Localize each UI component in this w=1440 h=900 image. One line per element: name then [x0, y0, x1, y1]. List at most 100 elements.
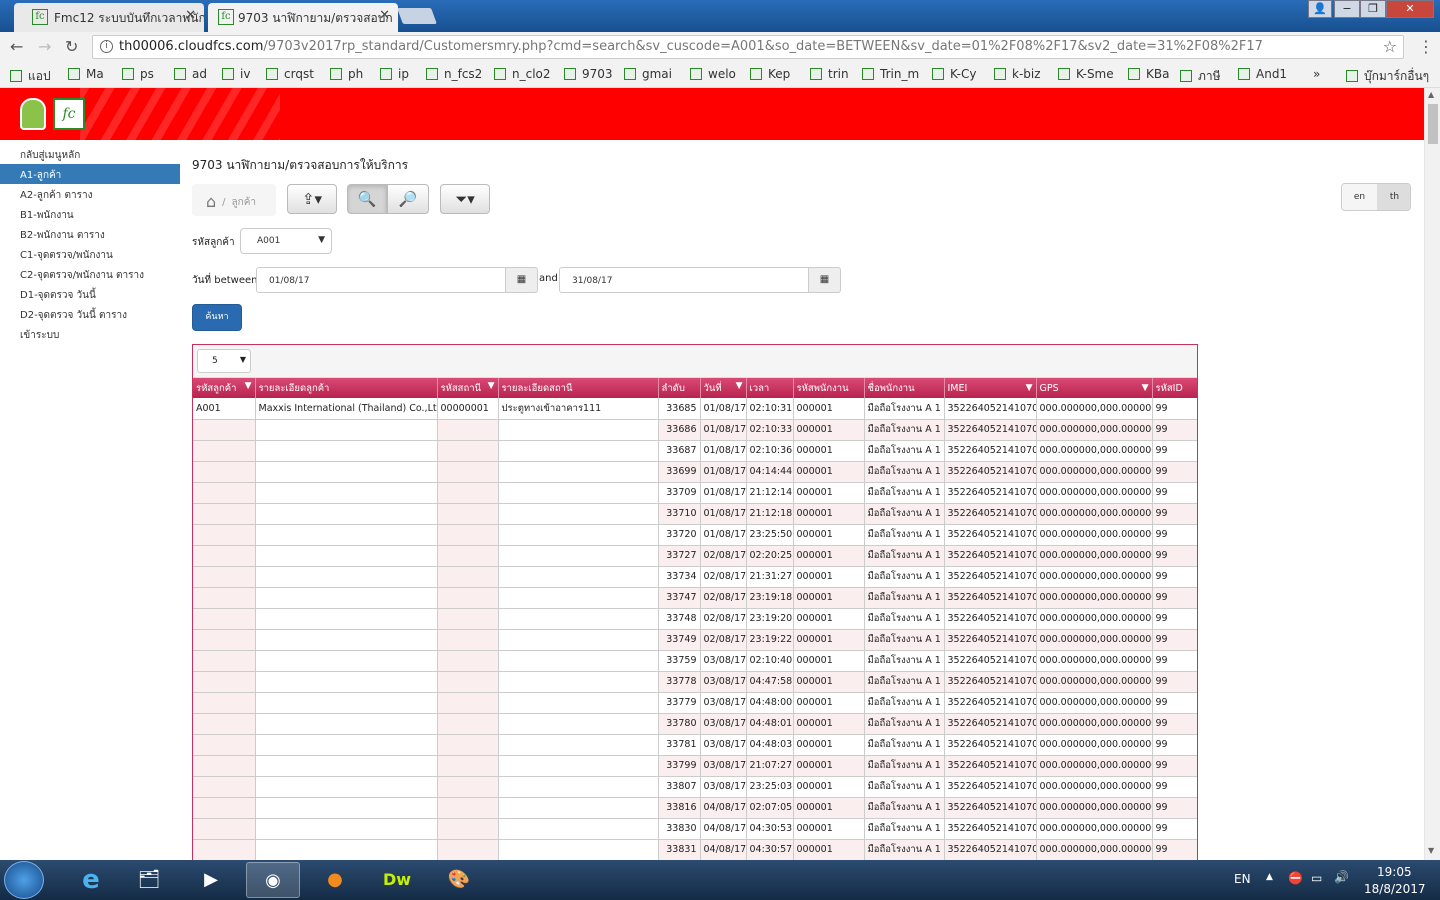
show-hidden-icons-icon[interactable]: ▲ [1266, 872, 1273, 882]
volume-icon[interactable]: 🔊 [1334, 870, 1349, 884]
sidebar-item[interactable]: D2-จุดตรวจ วันนี้ ตาราง [0, 304, 180, 324]
new-tab-button[interactable] [397, 8, 437, 24]
column-header[interactable]: เวลา [746, 378, 794, 398]
filter-icon[interactable]: ▼ [488, 381, 495, 391]
bookmark-item[interactable]: n_fcs2 [426, 67, 482, 81]
sidebar-item[interactable]: A1-ลูกค้า [0, 164, 180, 184]
browser-tab-fmc12[interactable]: fc Fmc12 ระบบบันทึกเวลาพนัก ✕ [14, 3, 204, 32]
page-size-select[interactable]: 5 ▼ [197, 349, 251, 373]
table-row[interactable]: 33780 03/08/17 04:48:01 000001 มือถือโรงงาน … [193, 713, 1197, 735]
paint-icon[interactable]: 🎨 [432, 862, 486, 898]
date-from-input[interactable]: 01/08/17 [256, 267, 506, 293]
start-button[interactable] [4, 861, 44, 899]
bookmark-item[interactable]: gmai [624, 67, 672, 81]
table-row[interactable]: 33727 02/08/17 02:20:25 000001 มือถือโรงงาน … [193, 545, 1197, 567]
bookmark-item[interactable]: K-Cy [932, 67, 976, 81]
customer-code-select[interactable]: A001 ▼ [240, 228, 332, 254]
page-scrollbar[interactable]: ▲ ▼ [1424, 88, 1440, 860]
bookmark-item[interactable]: ph [330, 67, 363, 81]
table-row[interactable]: 33779 03/08/17 04:48:00 000001 มือถือโรงงาน … [193, 692, 1197, 714]
bookmark-item[interactable]: crqst [266, 67, 314, 81]
network-icon[interactable]: ⛔ [1288, 871, 1303, 885]
media-player-icon[interactable]: ▶ [184, 862, 238, 898]
clock-date[interactable]: 18/8/2017 [1364, 882, 1426, 896]
info-icon[interactable]: i [100, 40, 113, 53]
calendar-icon[interactable]: ▦ [506, 267, 538, 293]
sidebar-item[interactable]: C2-จุดตรวจ/พนักงาน ตาราง [0, 264, 180, 284]
firefox-icon[interactable]: ● [308, 862, 362, 898]
bookmark-item[interactable]: Kep [750, 67, 790, 81]
close-icon[interactable]: ✕ [185, 8, 196, 23]
scroll-down-icon[interactable]: ▼ [1428, 846, 1434, 855]
column-header[interactable]: รหัสลูกค้า ▼ [193, 378, 256, 398]
reload-icon[interactable]: ↻ [65, 37, 78, 56]
column-header[interactable]: GPS ▼ [1036, 378, 1153, 398]
table-row[interactable]: 33747 02/08/17 23:19:18 000001 มือถือโรงงาน … [193, 587, 1197, 609]
advanced-search-button[interactable]: 🔎 [387, 184, 429, 214]
table-row[interactable]: 33759 03/08/17 02:10:40 000001 มือถือโรงงาน … [193, 650, 1197, 672]
table-row[interactable]: 33687 01/08/17 02:10:36 000001 มือถือโรงงาน … [193, 440, 1197, 462]
table-row[interactable]: 33720 01/08/17 23:25:50 000001 มือถือโรงงาน … [193, 524, 1197, 546]
bookmark-item[interactable]: » [1313, 67, 1320, 81]
browser-tab-9703[interactable]: fc 9703 นาฬิกายาม/ตรวจสอบก ✕ [208, 3, 398, 32]
home-icon[interactable]: ⌂ [206, 192, 216, 211]
bookmark-star-icon[interactable]: ☆ [1383, 37, 1397, 56]
dreamweaver-icon[interactable]: Dw [370, 862, 424, 898]
bookmark-item[interactable]: k-biz [994, 67, 1041, 81]
language-indicator[interactable]: EN [1234, 872, 1251, 886]
sidebar-item[interactable]: D1-จุดตรวจ วันนี้ [0, 284, 180, 304]
bookmark-item[interactable]: Ma [68, 67, 104, 81]
table-row[interactable]: 33799 03/08/17 21:07:27 000001 มือถือโรงงาน … [193, 755, 1197, 777]
chrome-icon[interactable]: ◉ [246, 862, 300, 898]
bookmark-item[interactable]: iv [222, 67, 250, 81]
internet-explorer-icon[interactable]: e [64, 862, 118, 898]
table-row[interactable]: 33709 01/08/17 21:12:14 000001 มือถือโรงงาน … [193, 482, 1197, 504]
sidebar-item[interactable]: เข้าระบบ [0, 324, 180, 344]
table-row[interactable]: 33734 02/08/17 21:31:27 000001 มือถือโรงงาน … [193, 566, 1197, 588]
table-row[interactable]: 33781 03/08/17 04:48:03 000001 มือถือโรงงาน … [193, 734, 1197, 756]
table-row[interactable]: 33699 01/08/17 04:14:44 000001 มือถือโรงงาน … [193, 461, 1197, 483]
display-icon[interactable]: ▭ [1311, 871, 1322, 885]
filter-icon[interactable]: ▼ [1026, 383, 1033, 393]
calendar-icon[interactable]: ▦ [809, 267, 841, 293]
sidebar-item[interactable]: B1-พนักงาน [0, 204, 180, 224]
bookmark-item[interactable]: KBa [1128, 67, 1169, 81]
column-header[interactable]: ลำดับ [658, 378, 701, 398]
bookmark-item[interactable]: K-Sme [1058, 67, 1114, 81]
search-toggle-button[interactable]: 🔍 [347, 184, 387, 214]
sidebar-item[interactable]: A2-ลูกค้า ตาราง [0, 184, 180, 204]
bookmark-item[interactable]: trin [810, 67, 849, 81]
bookmark-item[interactable]: welo [690, 67, 736, 81]
sidebar-item[interactable]: กลับสู่เมนูหลัก [0, 144, 180, 164]
menu-icon[interactable]: ⋮ [1418, 37, 1434, 56]
table-row[interactable]: 33831 04/08/17 04:30:57 000001 มือถือโรงงาน … [193, 839, 1197, 860]
forward-arrow-icon[interactable]: → [38, 37, 51, 56]
column-header[interactable]: IMEI ▼ [944, 378, 1037, 398]
bookmark-item[interactable]: ภาษี [1180, 67, 1221, 86]
minimize-button[interactable]: − [1334, 0, 1360, 18]
sidebar-item[interactable]: C1-จุดตรวจ/พนักงาน [0, 244, 180, 264]
user-icon[interactable]: 👤 [1308, 0, 1332, 18]
column-header[interactable]: รหัสสถานี ▼ [437, 378, 499, 398]
bookmark-item[interactable]: แอป [10, 67, 51, 86]
scrollbar-thumb[interactable] [1428, 104, 1438, 144]
address-bar[interactable]: i th00006.cloudfcs.com/9703v2017rp_stand… [92, 35, 1404, 59]
close-icon[interactable]: ✕ [379, 8, 390, 23]
lang-th-button[interactable]: th [1377, 184, 1410, 210]
table-row[interactable]: A001 Maxxis International (Thailand) Co.,… [193, 398, 1197, 420]
column-header[interactable]: รหัสพนักงาน [793, 378, 865, 398]
table-row[interactable]: 33749 02/08/17 23:19:22 000001 มือถือโรงงาน … [193, 629, 1197, 651]
file-explorer-icon[interactable]: 🗂 [122, 862, 176, 898]
bookmark-item[interactable]: บุ๊กมาร์กอื่นๆ [1346, 67, 1429, 86]
table-row[interactable]: 33748 02/08/17 23:19:20 000001 มือถือโรงงาน … [193, 608, 1197, 630]
table-row[interactable]: 33778 03/08/17 04:47:58 000001 มือถือโรงงาน … [193, 671, 1197, 693]
column-header[interactable]: ชื่อพนักงาน [864, 378, 945, 398]
filter-icon[interactable]: ▼ [736, 381, 743, 391]
maximize-button[interactable]: ❐ [1360, 0, 1386, 18]
bookmark-item[interactable]: And1 [1238, 67, 1287, 81]
column-header[interactable]: รายละเอียดลูกค้า [255, 378, 438, 398]
date-to-input[interactable]: 31/08/17 [559, 267, 809, 293]
filter-button[interactable]: ⏷▾ [440, 184, 490, 214]
bookmark-item[interactable]: 9703 [564, 67, 613, 81]
bookmark-item[interactable]: ip [380, 67, 409, 81]
